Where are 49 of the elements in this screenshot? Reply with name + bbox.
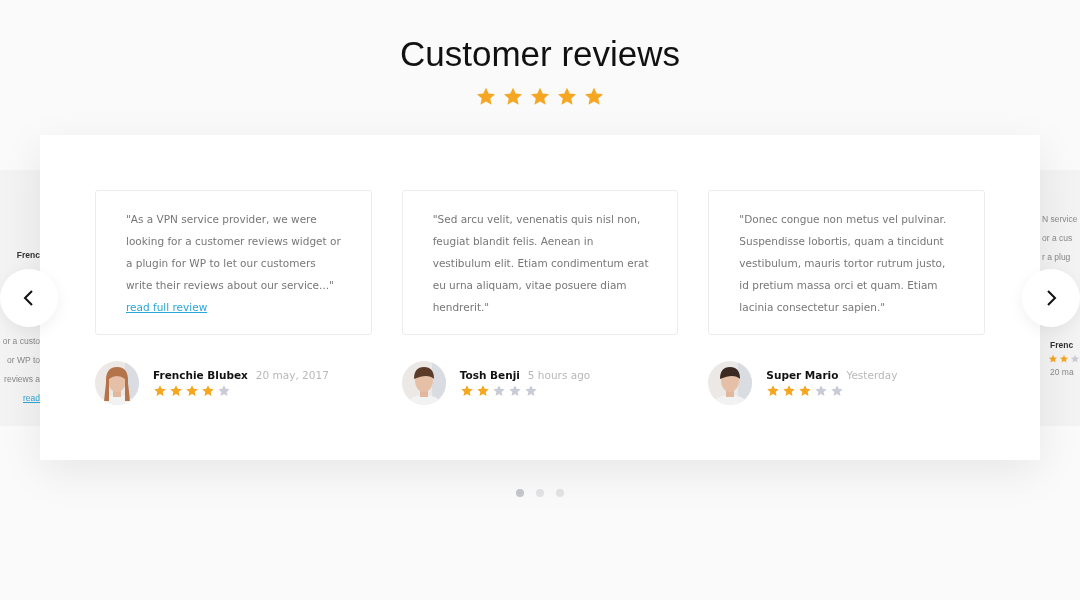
star-icon [475, 383, 490, 398]
reviewer-name: Frenc [16, 250, 40, 260]
star-icon [766, 383, 781, 398]
reviewer-name: Frenchie Blubex [153, 368, 248, 381]
star-icon [507, 383, 522, 398]
star-icon [798, 383, 813, 398]
review-date: Yesterday [846, 368, 898, 381]
review-text: "Sed arcu velit, venenatis quis nisl non, feugiat blandit felis. Aenean in vestibulum elit. Etiam condimentum erat eu urna aliquam, vitae posuere diam hendrerit." [432, 212, 650, 315]
chevron-right-icon [1044, 289, 1058, 307]
review-text: r a plug [1042, 251, 1071, 264]
star-icon [201, 383, 215, 398]
page-title: Customer reviews [399, 33, 681, 75]
read-link[interactable]: read [23, 389, 40, 408]
star-icon [523, 383, 538, 398]
reviewer-name: Super Mario [766, 368, 839, 381]
star-icon [475, 86, 497, 108]
star-icon [556, 86, 578, 108]
star-icon [459, 383, 474, 398]
star-icon [830, 383, 845, 398]
star-icon [502, 86, 524, 108]
star-icon [1070, 354, 1080, 364]
chevron-left-icon [22, 289, 36, 307]
review-text: "As a VPN service provider, we were looking for a customer reviews widget or a plugin for WP to let our customers write their reviews about our service..." [126, 212, 342, 293]
star-icon [169, 383, 183, 398]
reviewer-name: Tosh Benji [459, 368, 520, 381]
review-text: or a custo [2, 335, 40, 348]
review-date: 20 may, 2017 [255, 368, 329, 381]
review-date: 20 ma [1050, 367, 1074, 377]
star-icon [1048, 354, 1058, 364]
star-icon [814, 383, 829, 398]
star-icon [153, 383, 167, 398]
review-text: or WP to [7, 354, 40, 367]
star-icon [1059, 354, 1069, 364]
read-full-review-link[interactable]: read full review [126, 301, 208, 313]
page-dot[interactable] [516, 489, 524, 497]
review-text: reviews a [4, 373, 40, 386]
star-icon [491, 383, 506, 398]
star-icon [217, 383, 231, 398]
star-icon [529, 86, 551, 108]
page-dot[interactable] [536, 489, 544, 497]
star-icon [782, 383, 797, 398]
review-text: "Donec congue non metus vel pulvinar. Suspendisse lobortis, quam a tincidunt vestibulum, mauris tortor rutrum justo, id pretium massa orci et quam. Etiam lacinia consectetur sapien." [739, 212, 948, 315]
star-icon [583, 86, 605, 108]
page-dot[interactable] [556, 489, 564, 497]
review-text: or a cus [1042, 232, 1073, 245]
reviewer-name: Frenc [1050, 340, 1074, 350]
star-icon [185, 383, 199, 398]
review-date: 5 hours ago [527, 368, 591, 381]
review-text: N service [1042, 213, 1078, 226]
